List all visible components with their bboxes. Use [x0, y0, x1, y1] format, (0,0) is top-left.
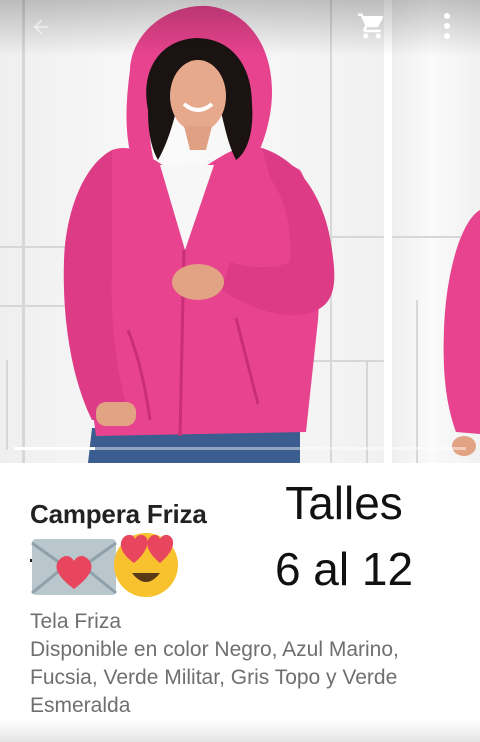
- gallery-progress-track: [14, 447, 466, 450]
- sizes-range: 6 al 12: [274, 543, 414, 595]
- cart-button[interactable]: [354, 8, 390, 44]
- description-line: Disponible en color Negro, Azul Marino,: [30, 638, 399, 661]
- slide-gap: [384, 0, 392, 463]
- scroll-fade: [0, 720, 480, 742]
- next-product-photo[interactable]: [392, 0, 480, 463]
- shopping-cart-icon: [358, 13, 384, 39]
- overflow-menu-button[interactable]: [432, 8, 462, 44]
- model-in-pink-hoodie: [63, 5, 335, 463]
- model-arm-peek: [443, 210, 480, 456]
- description-line: Esmeralda: [30, 694, 131, 717]
- product-description: Tela Friza Disponible en color Negro, Az…: [30, 608, 470, 720]
- back-button[interactable]: [24, 10, 58, 44]
- description-line: Fucsia, Verde Militar, Gris Topo y Verde: [30, 666, 398, 689]
- product-details: Campera Friza Talles 6 al 12 Tela Friza …: [0, 463, 480, 742]
- product-photo[interactable]: [0, 0, 384, 463]
- toolbar-scrim: [0, 0, 480, 56]
- description-line: Tela Friza: [30, 610, 122, 633]
- photo-carousel[interactable]: [0, 0, 480, 463]
- arrow-back-icon: [33, 19, 49, 35]
- sizes-heading: Talles: [285, 477, 403, 529]
- gallery-progress-fill: [14, 447, 96, 450]
- more-vert-icon: [444, 13, 450, 39]
